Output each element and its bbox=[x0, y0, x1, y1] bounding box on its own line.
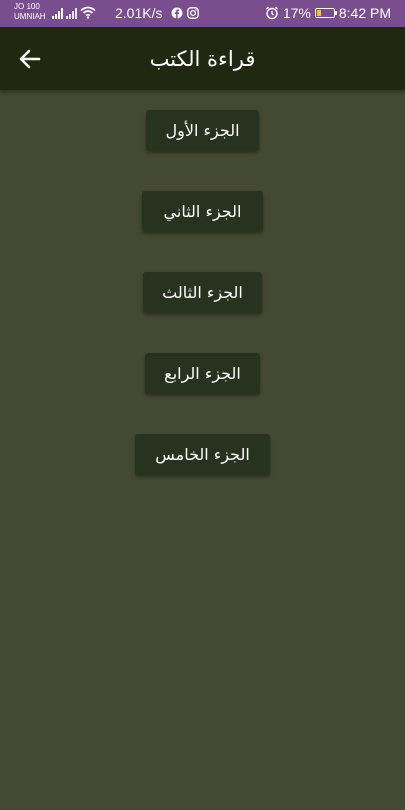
signal-icon bbox=[52, 7, 63, 19]
notification-icons bbox=[171, 7, 199, 19]
signal-group bbox=[52, 6, 96, 19]
carrier-line-2: UMNIAH bbox=[14, 12, 46, 21]
part-4-label: الجزء الرابع bbox=[164, 364, 241, 383]
alarm-icon bbox=[265, 6, 278, 20]
part-1-button[interactable]: الجزء الأول bbox=[146, 110, 259, 151]
part-4-button[interactable]: الجزء الرابع bbox=[145, 353, 260, 394]
carrier-line-1: JO 100 bbox=[14, 2, 40, 11]
part-5-label: الجزء الخامس bbox=[155, 445, 250, 464]
battery-percent: 17% bbox=[282, 5, 311, 21]
part-1-label: الجزء الأول bbox=[165, 121, 240, 140]
instagram-icon bbox=[187, 7, 199, 19]
part-3-button[interactable]: الجزء الثالث bbox=[143, 272, 262, 313]
app-bar: قراءة الكتب bbox=[0, 27, 405, 90]
wifi-icon bbox=[80, 6, 96, 19]
status-right: 17% 8:42 PM bbox=[265, 5, 391, 21]
status-bar: JO 100 UMNIAH 2.01K/s 17% 8:42 PM bbox=[0, 0, 405, 27]
part-2-button[interactable]: الجزء الثاني bbox=[142, 191, 263, 232]
part-3-label: الجزء الثالث bbox=[162, 283, 243, 302]
facebook-icon bbox=[171, 7, 183, 19]
battery-icon bbox=[314, 8, 337, 18]
carrier-label: JO 100 UMNIAH bbox=[14, 2, 46, 22]
part-5-button[interactable]: الجزء الخامس bbox=[135, 434, 270, 475]
signal-icon bbox=[66, 7, 77, 19]
clock: 8:42 PM bbox=[338, 5, 391, 21]
page-title: قراءة الكتب bbox=[149, 47, 256, 71]
part-2-label: الجزء الثاني bbox=[163, 202, 242, 221]
network-speed: 2.01K/s bbox=[115, 5, 163, 21]
